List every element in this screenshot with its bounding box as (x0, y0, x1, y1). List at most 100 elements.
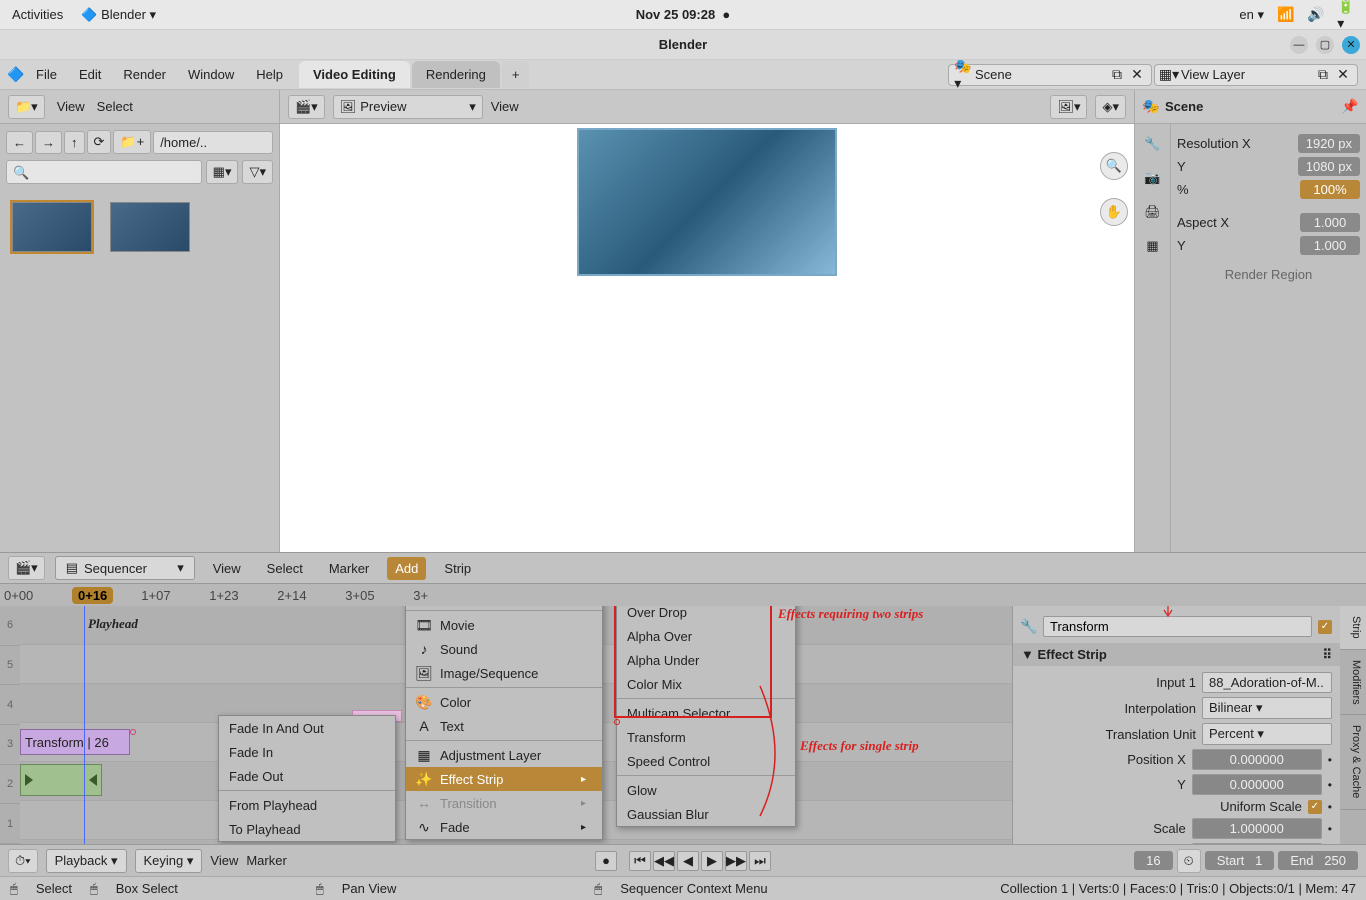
tool-tab-icon[interactable]: 🔧 (1141, 132, 1165, 156)
input1-field[interactable]: 88_Adoration-of-M.. (1202, 672, 1332, 693)
current-frame-marker[interactable]: 0+16 (72, 587, 113, 604)
rotation-field[interactable]: 0.000 (1192, 843, 1322, 844)
preview-view-menu[interactable]: View (491, 99, 519, 114)
tab-modifiers[interactable]: Modifiers (1340, 650, 1366, 716)
viewlayer-picker[interactable]: ▦▾ View Layer ⧉ ✕ (1154, 64, 1358, 86)
blender-icon[interactable]: 🔷 (8, 67, 24, 83)
effect-over-drop[interactable]: Over Drop (617, 606, 795, 624)
posy-field[interactable]: 0.000000 (1192, 774, 1322, 795)
close-icon[interactable]: ✕ (1129, 67, 1145, 83)
wifi-icon[interactable]: 📶 (1278, 7, 1294, 23)
menu-window[interactable]: Window (178, 63, 244, 86)
start-frame-field[interactable]: Start 1 (1205, 851, 1275, 870)
image-strip[interactable] (20, 764, 102, 796)
newfolder-button[interactable]: 📁+ (113, 130, 151, 154)
sequencer-mode-dropdown[interactable]: ▤ Sequencer▾ (55, 556, 195, 580)
scale-field[interactable]: 1.000000 (1192, 818, 1322, 839)
playback-view-menu[interactable]: View (210, 853, 238, 868)
uniform-scale-checkbox[interactable]: ✓ (1308, 800, 1322, 814)
overlay-toggle[interactable]: 🖼▾ (1050, 95, 1087, 119)
volume-icon[interactable]: 🔊 (1308, 7, 1324, 23)
up-button[interactable]: ↑ (64, 131, 85, 154)
trans-unit-dropdown[interactable]: Percent ▾ (1202, 723, 1332, 745)
battery-icon[interactable]: 🔋▾ (1338, 7, 1354, 23)
pan-tool[interactable]: ✋ (1100, 198, 1128, 226)
seq-marker-menu[interactable]: Marker (321, 557, 377, 580)
tab-add[interactable]: + (502, 61, 530, 88)
auto-keying-toggle[interactable]: ● (595, 851, 617, 871)
menu-render[interactable]: Render (113, 63, 176, 86)
tab-rendering[interactable]: Rendering (412, 61, 500, 88)
system-clock[interactable]: Nov 25 09:28 ● (636, 7, 731, 22)
filter-button[interactable]: ▽▾ (242, 160, 273, 184)
tab-strip[interactable]: Strip (1340, 606, 1366, 650)
back-button[interactable]: ← (6, 131, 33, 154)
output-tab-icon[interactable]: 🖨 (1141, 200, 1165, 224)
aspect-x-field[interactable]: 1.000 (1300, 213, 1360, 232)
current-frame-field[interactable]: 16 (1134, 851, 1172, 870)
effect-glow[interactable]: Glow (617, 778, 795, 802)
fb-select-menu[interactable]: Select (97, 99, 133, 114)
add-color[interactable]: 🎨Color (406, 690, 602, 714)
menu-file[interactable]: File (26, 63, 67, 86)
strip-enable-checkbox[interactable]: ✓ (1318, 620, 1332, 634)
view-tab-icon[interactable]: ▦ (1141, 234, 1165, 258)
effect-alpha-under[interactable]: Alpha Under (617, 648, 795, 672)
add-mask[interactable]: ◐Mask▸ (406, 606, 602, 608)
posx-field[interactable]: 0.000000 (1192, 749, 1322, 770)
fade-out[interactable]: Fade Out (219, 764, 395, 788)
from-playhead[interactable]: From Playhead (219, 793, 395, 817)
maximize-button[interactable]: ▢ (1316, 36, 1334, 54)
effect-speed-control[interactable]: Speed Control (617, 749, 795, 773)
preview-type-icon[interactable]: 🎬▾ (288, 95, 325, 119)
lang-indicator[interactable]: en ▾ (1239, 7, 1264, 23)
res-y-field[interactable]: 1080 px (1298, 157, 1360, 176)
pin-icon[interactable]: 📌 (1342, 99, 1358, 115)
menu-edit[interactable]: Edit (69, 63, 111, 86)
play-reverse-button[interactable]: ◀ (677, 851, 699, 871)
add-fade[interactable]: ∿Fade▸ (406, 815, 602, 839)
copy-icon[interactable]: ⧉ (1315, 67, 1331, 83)
seq-add-menu[interactable]: Add (387, 557, 426, 580)
jump-start-button[interactable]: ⏮ (629, 851, 651, 871)
transform-strip[interactable]: Transform | 26 (20, 729, 130, 755)
keying-dropdown[interactable]: Keying ▾ (135, 849, 203, 873)
strip-end-handle[interactable] (89, 774, 97, 786)
thumbnail-1[interactable] (12, 202, 92, 252)
interp-dropdown[interactable]: Bilinear ▾ (1202, 697, 1332, 719)
minimize-button[interactable]: — (1290, 36, 1308, 54)
copy-icon[interactable]: ⧉ (1109, 67, 1125, 83)
refresh-button[interactable]: ⟳ (87, 130, 112, 154)
seq-strip-menu[interactable]: Strip (436, 557, 479, 580)
close-button[interactable]: ✕ (1342, 36, 1360, 54)
end-frame-field[interactable]: End 250 (1278, 851, 1358, 870)
seq-select-menu[interactable]: Select (259, 557, 311, 580)
forward-button[interactable]: → (35, 131, 62, 154)
strip-name-field[interactable] (1043, 616, 1312, 637)
thumbnail-2[interactable] (110, 202, 190, 252)
seq-view-menu[interactable]: View (205, 557, 249, 580)
zoom-tool[interactable]: 🔍 (1100, 152, 1128, 180)
clock-icon[interactable]: ⏲ (1177, 849, 1201, 873)
preview-area[interactable]: 🔍 ✋ (280, 124, 1134, 552)
fade-in-and-out[interactable]: Fade In And Out (219, 716, 395, 740)
to-playhead[interactable]: To Playhead (219, 817, 395, 841)
playback-marker-menu[interactable]: Marker (246, 853, 286, 868)
add-adjustment-layer[interactable]: ▦Adjustment Layer (406, 743, 602, 767)
fade-in[interactable]: Fade In (219, 740, 395, 764)
effect-alpha-over[interactable]: Alpha Over (617, 624, 795, 648)
scene-picker[interactable]: 🎭▾ Scene ⧉ ✕ (948, 64, 1152, 86)
jump-end-button[interactable]: ⏭ (749, 851, 771, 871)
add-sound[interactable]: ♪Sound (406, 637, 602, 661)
prev-keyframe-button[interactable]: ◀◀ (653, 851, 675, 871)
add-effect-strip[interactable]: ✨Effect Strip▸ (406, 767, 602, 791)
shading-toggle[interactable]: ◈▾ (1095, 95, 1126, 119)
wrench-icon[interactable]: 🔧 (1021, 619, 1037, 635)
display-mode[interactable]: ▦▾ (206, 160, 239, 184)
app-menu[interactable]: 🔷 Blender ▾ (81, 7, 156, 23)
aspect-y-field[interactable]: 1.000 (1300, 236, 1360, 255)
res-x-field[interactable]: 1920 px (1298, 134, 1360, 153)
seq-editor-type-icon[interactable]: 🎬▾ (8, 556, 45, 580)
scene-props-icon[interactable]: 🎭 (1143, 99, 1159, 115)
tab-video-editing[interactable]: Video Editing (299, 61, 410, 88)
